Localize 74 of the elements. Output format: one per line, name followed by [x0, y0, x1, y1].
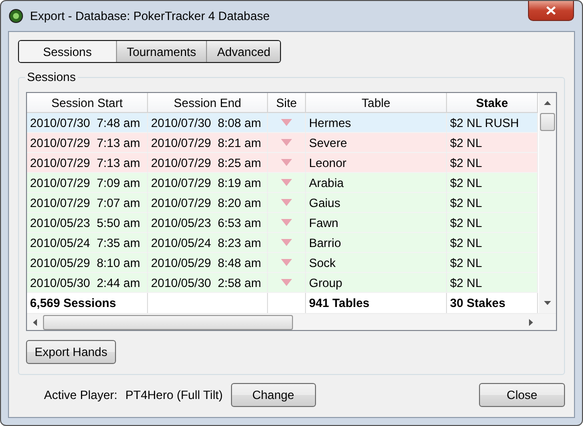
table-cell: 2010/07/30 8:08 am	[148, 113, 268, 133]
table-cell: 2010/07/29 7:09 am	[27, 173, 148, 193]
table-cell: 2010/05/29 8:10 am	[27, 253, 148, 273]
table-cell: $2 NL	[447, 193, 538, 213]
table-cell: 2010/07/29 7:07 am	[27, 193, 148, 213]
group-title: Sessions	[25, 70, 78, 84]
table-cell: 2010/05/30 2:58 am	[148, 273, 268, 293]
table-cell: Gaius	[306, 193, 447, 213]
table-cell: 2010/07/29 8:25 am	[148, 153, 268, 173]
table-cell: Severe	[306, 133, 447, 153]
table-cell: Fawn	[306, 213, 447, 233]
table-cell: $2 NL	[447, 133, 538, 153]
table-cell: Group	[306, 273, 447, 293]
change-button[interactable]: Change	[230, 383, 316, 407]
table-cell: $2 NL	[447, 173, 538, 193]
total-cell: 6,569 Sessions	[27, 293, 148, 313]
close-icon	[546, 6, 556, 15]
table-cell: 2010/05/23 5:50 am	[27, 213, 148, 233]
table-cell: $2 NL	[447, 153, 538, 173]
column-header[interactable]: Table	[306, 93, 447, 113]
site-logo-icon	[281, 279, 292, 286]
total-cell: 30 Stakes	[447, 293, 538, 313]
table-cell: Sock	[306, 253, 447, 273]
window-title: Export - Database: PokerTracker 4 Database	[30, 9, 270, 23]
up-arrow-icon	[544, 101, 551, 105]
close-dialog-button[interactable]: Close	[479, 383, 565, 407]
table-cell: Hermes	[306, 113, 447, 133]
table-cell: 2010/07/29 8:19 am	[148, 173, 268, 193]
table-cell: 2010/07/29 7:13 am	[27, 133, 148, 153]
close-button[interactable]	[528, 1, 574, 21]
site-logo-icon	[281, 219, 292, 226]
table-cell: $2 NL	[447, 273, 538, 293]
site-logo-icon	[281, 139, 292, 146]
site-logo-icon	[281, 119, 292, 126]
poker-chip-icon	[9, 9, 23, 23]
table-cell: Arabia	[306, 173, 447, 193]
table-cell: $2 NL	[447, 253, 538, 273]
table-cell: 2010/07/29 7:13 am	[27, 153, 148, 173]
left-arrow-icon	[33, 318, 37, 326]
tab[interactable]: Sessions	[19, 41, 116, 62]
export-hands-button[interactable]: Export Hands	[26, 340, 116, 364]
scrollbar-thumb[interactable]	[540, 113, 555, 131]
table-cell: 2010/05/29 8:48 am	[148, 253, 268, 273]
table-cell: 2010/05/24 8:23 am	[148, 233, 268, 253]
table-cell: Barrio	[306, 233, 447, 253]
down-arrow-icon	[544, 301, 551, 305]
table-cell: Leonor	[306, 153, 447, 173]
column-header[interactable]: Site	[268, 93, 306, 113]
site-logo-icon	[281, 159, 292, 166]
horizontal-scrollbar[interactable]	[27, 313, 556, 330]
site-logo-icon	[281, 179, 292, 186]
table-cell: $2 NL	[447, 213, 538, 233]
table-cell: 2010/07/29 8:21 am	[148, 133, 268, 153]
site-logo-icon	[281, 239, 292, 246]
scrollbar-thumb[interactable]	[43, 314, 293, 330]
tab[interactable]: Tournaments	[116, 41, 206, 62]
table-cell: 2010/05/23 6:53 am	[148, 213, 268, 233]
table-cell: 2010/05/24 7:35 am	[27, 233, 148, 253]
site-logo-icon	[281, 259, 292, 266]
table-cell: 2010/07/29 8:20 am	[148, 193, 268, 213]
active-player-name: PT4Hero (Full Tilt)	[125, 388, 223, 402]
table-cell: 2010/05/30 2:44 am	[27, 273, 148, 293]
table-cell: $2 NL	[447, 233, 538, 253]
table-cell: $2 NL RUSH	[447, 113, 538, 133]
total-cell: 941 Tables	[306, 293, 447, 313]
active-player-label: Active Player:	[44, 388, 118, 402]
column-header[interactable]: Session Start	[27, 93, 148, 113]
column-header[interactable]: Stake	[447, 93, 538, 113]
site-logo-icon	[281, 199, 292, 206]
column-header[interactable]: Session End	[148, 93, 268, 113]
table-cell: 2010/07/30 7:48 am	[27, 113, 148, 133]
tab[interactable]: Advanced	[206, 41, 280, 62]
right-arrow-icon	[529, 318, 533, 326]
vertical-scrollbar[interactable]	[539, 93, 556, 313]
